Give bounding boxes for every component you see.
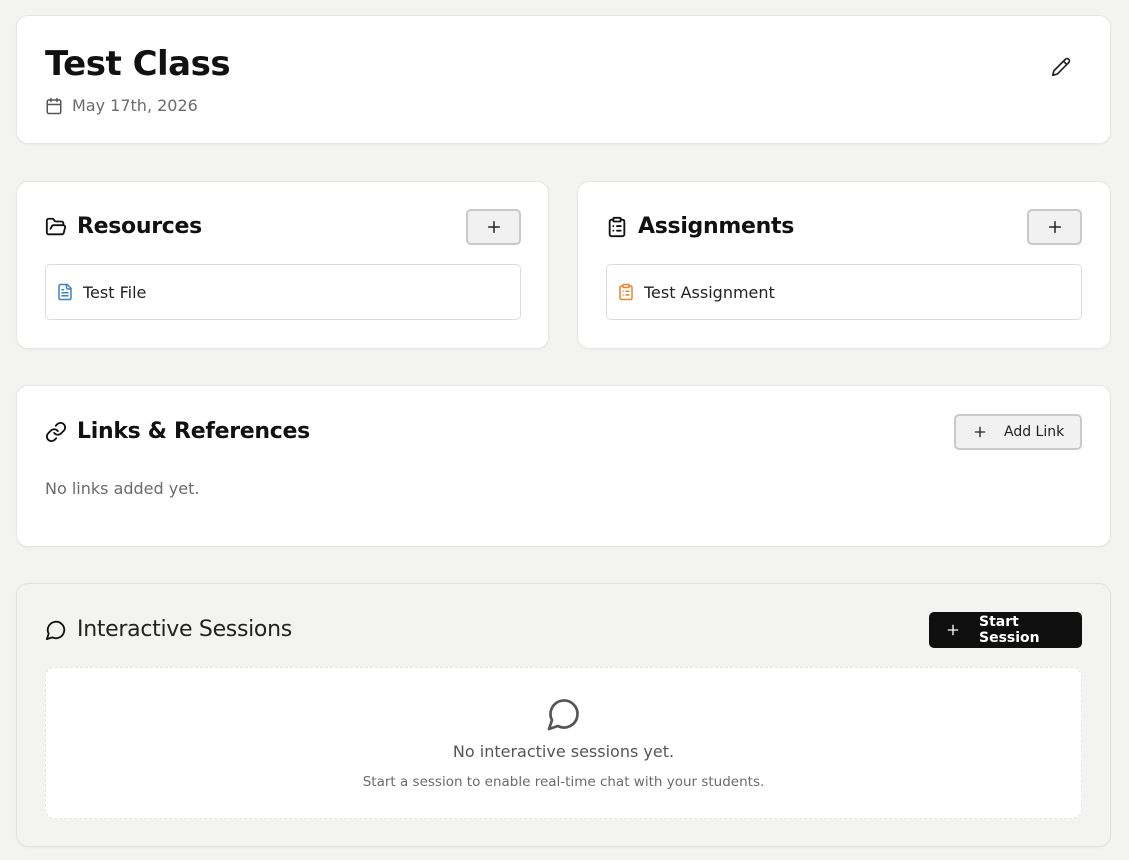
links-title: Links & References bbox=[77, 419, 310, 444]
plus-icon bbox=[485, 218, 503, 236]
resources-header: Resources bbox=[45, 214, 202, 239]
clipboard-list-icon bbox=[617, 283, 635, 301]
sessions-card: Interactive Sessions Start Session No in… bbox=[16, 583, 1111, 847]
plus-icon bbox=[1046, 218, 1064, 236]
links-card: Links & References Add Link No links add… bbox=[16, 385, 1111, 547]
clipboard-list-icon bbox=[606, 216, 628, 238]
sessions-empty-subtitle: Start a session to enable real-time chat… bbox=[362, 774, 765, 790]
add-link-label: Add Link bbox=[1004, 424, 1065, 440]
sessions-empty-title: No interactive sessions yet. bbox=[452, 742, 675, 761]
plus-icon bbox=[972, 424, 988, 440]
start-session-label: Start Session bbox=[979, 614, 1040, 646]
edit-class-button[interactable] bbox=[1048, 54, 1074, 80]
add-link-button[interactable]: Add Link bbox=[954, 414, 1082, 450]
assignment-item-label: Test Assignment bbox=[644, 282, 775, 302]
resource-item[interactable]: Test File bbox=[45, 264, 521, 320]
add-assignment-button[interactable] bbox=[1027, 209, 1082, 245]
sessions-title: Interactive Sessions bbox=[77, 617, 292, 642]
sessions-empty-state: No interactive sessions yet. Start a ses… bbox=[45, 667, 1082, 819]
date-text: May 17th, 2026 bbox=[72, 96, 198, 115]
assignments-card: Assignments Test Assignment bbox=[577, 181, 1111, 349]
folder-open-icon bbox=[45, 216, 67, 238]
resources-card: Resources Test File bbox=[16, 181, 549, 349]
resource-item-label: Test File bbox=[83, 282, 147, 302]
assignments-header: Assignments bbox=[606, 214, 794, 239]
page-title: Test Class bbox=[45, 44, 231, 84]
pencil-icon bbox=[1051, 57, 1071, 77]
sessions-header: Interactive Sessions bbox=[45, 617, 292, 642]
links-header: Links & References bbox=[45, 419, 310, 444]
assignments-title: Assignments bbox=[638, 214, 794, 239]
assignment-item[interactable]: Test Assignment bbox=[606, 264, 1082, 320]
link-icon bbox=[45, 421, 67, 443]
calendar-icon bbox=[45, 97, 63, 115]
links-empty-text: No links added yet. bbox=[45, 479, 200, 498]
add-resource-button[interactable] bbox=[466, 209, 521, 245]
file-text-icon bbox=[56, 283, 74, 301]
message-circle-icon bbox=[45, 619, 67, 641]
start-session-button[interactable]: Start Session bbox=[929, 612, 1082, 648]
class-header-card: Test Class May 17th, 2026 bbox=[16, 15, 1111, 144]
message-circle-icon bbox=[546, 696, 582, 732]
class-date: May 17th, 2026 bbox=[45, 96, 198, 115]
plus-icon bbox=[945, 622, 961, 638]
resources-title: Resources bbox=[77, 214, 202, 239]
